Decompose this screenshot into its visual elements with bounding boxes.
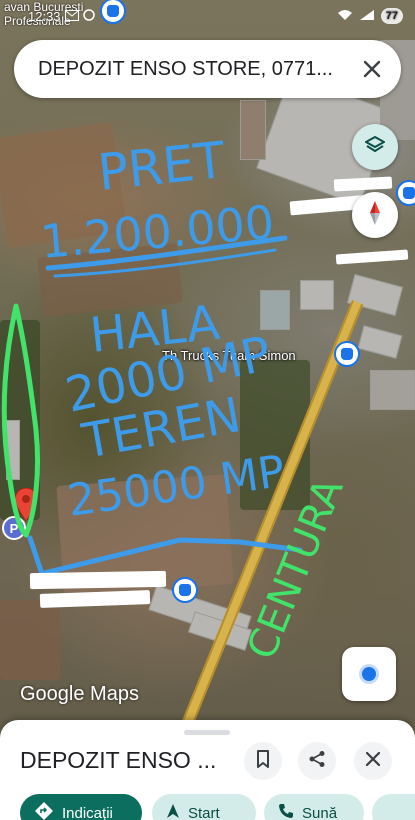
compass-button[interactable]: [352, 192, 398, 238]
more-actions-button[interactable]: [372, 794, 415, 820]
start-button[interactable]: Start: [152, 794, 256, 820]
share-button[interactable]: [298, 742, 336, 780]
navigation-arrow-icon: [166, 803, 180, 820]
directions-button[interactable]: Indicații: [20, 794, 142, 820]
map-building: [370, 370, 415, 410]
mail-icon: [64, 9, 79, 24]
status-bar: avan Bucuresti Profesionale 12:33 77: [0, 0, 415, 36]
search-bar[interactable]: DEPOZIT ENSO STORE, 0771...: [14, 40, 401, 98]
google-maps-logo: Google Maps: [20, 683, 139, 705]
map-field: [0, 122, 128, 248]
layers-icon: [364, 134, 386, 161]
location-marker-icon[interactable]: [14, 487, 38, 522]
bookmark-icon: [256, 749, 270, 773]
notification-icon: [82, 9, 95, 24]
directions-icon: [34, 801, 54, 820]
close-icon[interactable]: [357, 54, 387, 84]
map-building: [260, 290, 290, 330]
shop-pin[interactable]: [396, 180, 415, 206]
poi-label[interactable]: Th Trucks Tuam Simon: [162, 348, 296, 363]
map-building: [6, 420, 20, 480]
save-button[interactable]: [244, 742, 282, 780]
shop-pin[interactable]: [172, 577, 198, 603]
map-field: [37, 242, 183, 318]
compass-icon: [365, 200, 385, 231]
share-icon: [308, 750, 326, 773]
call-label: Sună: [302, 804, 338, 820]
close-sheet-button[interactable]: [354, 742, 392, 780]
battery-indicator: 77: [380, 8, 403, 24]
sheet-drag-handle[interactable]: [184, 730, 230, 735]
directions-label: Indicații: [62, 804, 113, 820]
shop-pin[interactable]: [334, 341, 360, 367]
start-label: Start: [188, 804, 220, 820]
search-query-text[interactable]: DEPOZIT ENSO STORE, 0771...: [38, 58, 357, 81]
redaction-mark: [29, 570, 167, 590]
map-field: [0, 600, 60, 680]
signal-icon: [359, 9, 375, 24]
my-location-icon: [362, 667, 376, 681]
phone-icon: [278, 803, 294, 820]
map-building: [300, 280, 334, 310]
status-time: 12:33: [28, 9, 61, 24]
map-building: [240, 100, 266, 160]
wifi-icon: [337, 9, 353, 24]
close-icon: [365, 751, 381, 771]
call-button[interactable]: Sună: [264, 794, 364, 820]
my-location-button[interactable]: [342, 647, 396, 701]
place-title: DEPOZIT ENSO ...: [20, 747, 217, 773]
layers-button[interactable]: [352, 124, 398, 170]
map-building: [357, 325, 403, 359]
